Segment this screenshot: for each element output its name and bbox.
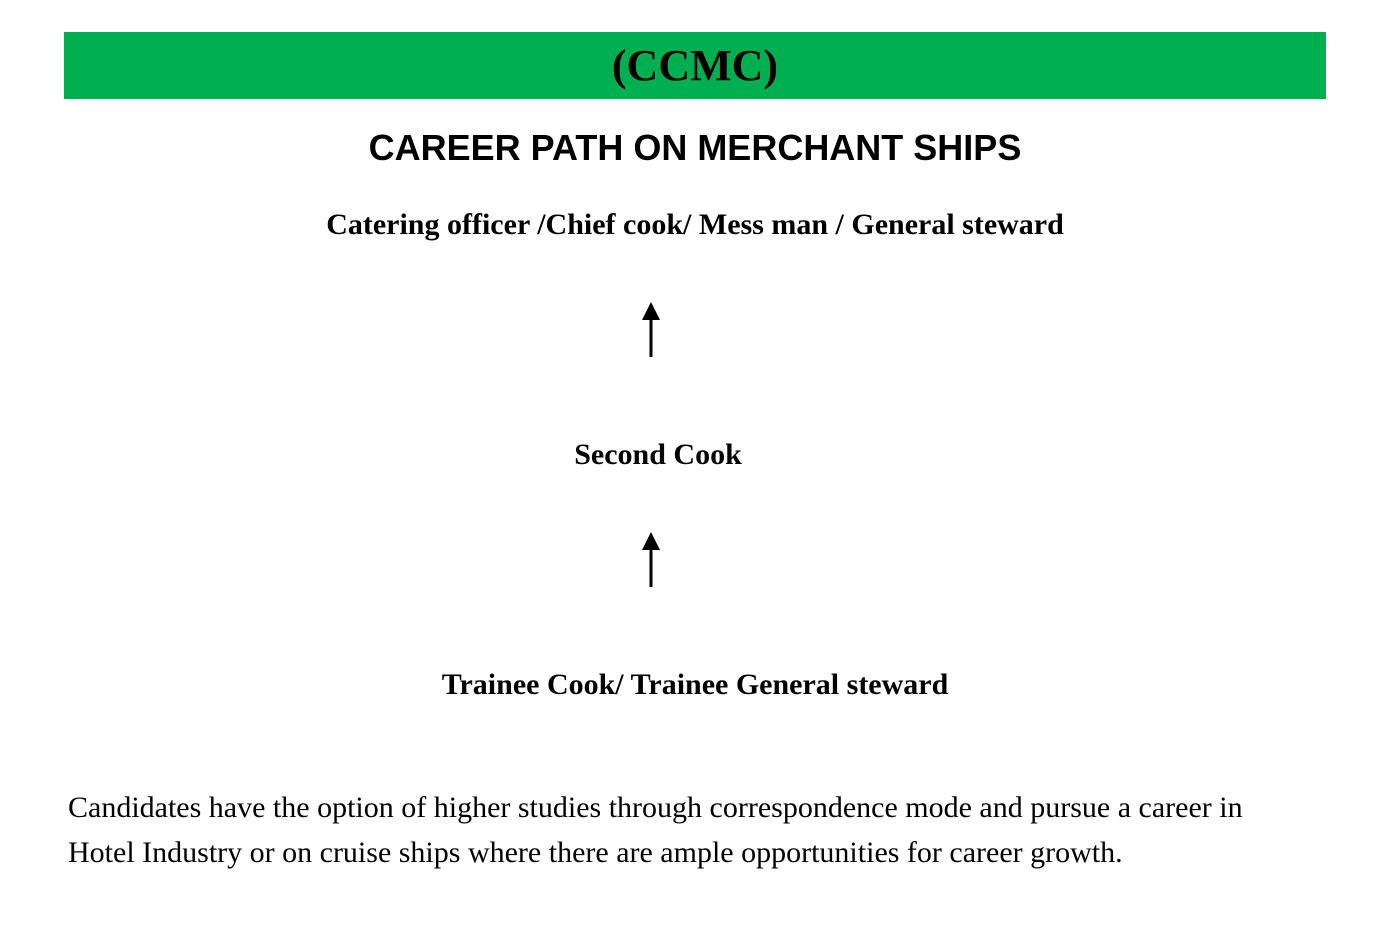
up-arrow-icon [642, 302, 660, 357]
up-arrow-icon [642, 532, 660, 587]
career-level-bottom: Trainee Cook/ Trainee General steward [441, 668, 949, 701]
career-level-middle: Second Cook [574, 438, 742, 471]
title-banner: (CCMC) [64, 32, 1326, 99]
page-heading: CAREER PATH ON MERCHANT SHIPS [368, 127, 1022, 168]
career-note: Candidates have the option of higher stu… [68, 791, 1243, 869]
career-level-top: Catering officer /Chief cook/ Mess man /… [326, 208, 1064, 241]
banner-title: (CCMC) [611, 40, 779, 90]
